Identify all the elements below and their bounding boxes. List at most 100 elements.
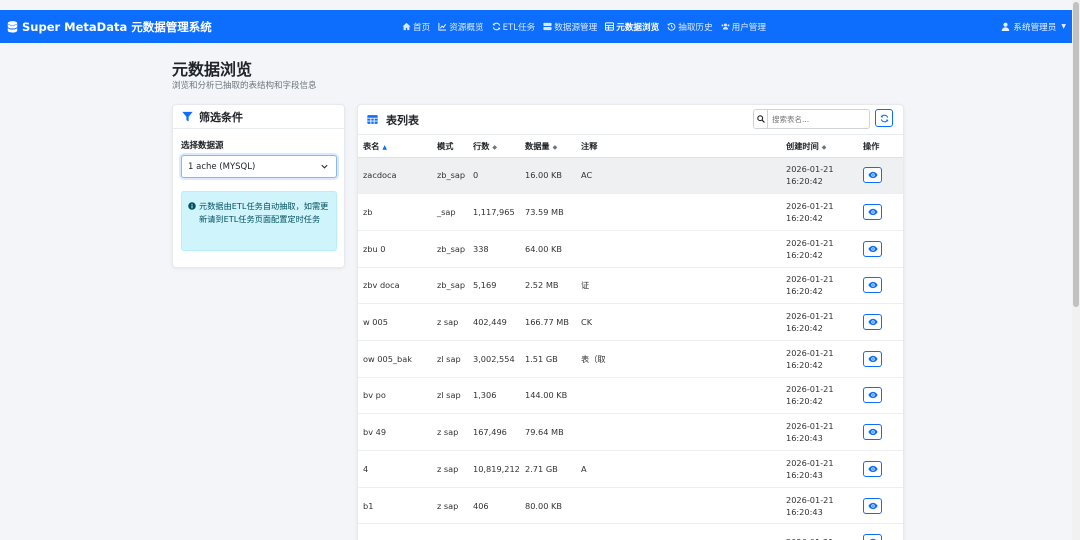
datasource-select[interactable]: 1 ache (MYSQL) [181, 155, 337, 178]
nav-item-home[interactable]: 首页 [402, 21, 430, 33]
created-time: 16:20:42 [786, 286, 823, 297]
filter-card-header: 筛选条件 [173, 105, 344, 129]
search-icon [756, 115, 765, 123]
app-brand[interactable]: Super MetaData 元数据管理系统 [7, 19, 212, 35]
cell-row-count: 1,306 [468, 377, 520, 415]
eye-icon [867, 392, 878, 399]
main-nav: 首页 资源概览 ETL任务 数据源管理 元数据浏览 抽取历史 用户管理 [402, 10, 774, 43]
server-icon [543, 22, 552, 31]
cell-comment: CK [576, 303, 781, 341]
table-row[interactable]: zbv doca zb_sap 5,169 2.52 MB 证 2026-01-21 16:… [358, 267, 903, 305]
filter-title: 筛选条件 [199, 110, 243, 124]
user-menu[interactable]: 系统管理员 ▼ [1001, 10, 1066, 43]
cell-created: 2026-01-21 16:20:42 [781, 157, 858, 195]
nav-item-users[interactable]: 用户管理 [721, 21, 766, 33]
view-button[interactable] [863, 424, 882, 441]
table-row[interactable]: bv po zl sap 1,306 144.00 KB 2026-01-21 16:20… [358, 377, 903, 415]
cell-data-size: 166.77 MB [520, 303, 576, 341]
search-button[interactable] [754, 110, 768, 128]
cell-actions [858, 523, 903, 540]
col-header-size[interactable]: 数据量 ◆ [520, 135, 576, 158]
col-header-rows[interactable]: 行数 ◆ [468, 135, 520, 158]
nav-item-datasource[interactable]: 数据源管理 [543, 21, 597, 33]
search-input[interactable] [768, 110, 869, 128]
table-row[interactable]: b1 z sap 406 80.00 KB 2026-01-21 16:20:43 [358, 487, 903, 525]
eye-icon [867, 465, 878, 472]
created-date: 2026-01-21 [786, 274, 834, 285]
cell-actions [858, 193, 903, 231]
cell-data-size: 144.00 KB [520, 377, 576, 415]
cell-table-name: 4 [358, 450, 432, 488]
col-header-label: 行数 [473, 140, 490, 151]
nav-label: 资源概览 [449, 22, 484, 33]
page-scrollbar[interactable] [1072, 0, 1080, 540]
nav-item-etl[interactable]: ETL任务 [492, 21, 535, 33]
cell-actions [858, 230, 903, 268]
history-icon [667, 22, 676, 31]
eye-icon [867, 429, 878, 436]
user-name: 系统管理员 [1013, 22, 1057, 33]
cell-actions [858, 303, 903, 341]
view-button[interactable] [863, 167, 882, 184]
cell-created: 2026-01-21 16:20:42 [781, 377, 858, 415]
created-date: 2026-01-21 [786, 457, 834, 468]
view-button[interactable] [863, 240, 882, 257]
eye-icon [867, 282, 878, 289]
tables-table: 表名 ▲ 模式 行数 ◆ 数据量 ◆ 注释 创建时间 ◆ 操作 zacdoca zb_sa… [358, 135, 903, 540]
table-row[interactable]: zacdoca zb_sap 0 16.00 KB AC 2026-01-21 16:20:… [358, 157, 903, 195]
col-header-label: 模式 [437, 140, 454, 151]
col-header-label: 表名 [363, 140, 380, 151]
col-header-created[interactable]: 创建时间 ◆ [781, 135, 858, 158]
table-header-row: 表名 ▲ 模式 行数 ◆ 数据量 ◆ 注释 创建时间 ◆ 操作 [358, 135, 903, 158]
view-button[interactable] [863, 277, 882, 294]
cell-data-size: 79.64 MB [520, 413, 576, 451]
created-date: 2026-01-21 [786, 311, 834, 322]
cell-row-count: 338 [468, 230, 520, 268]
nav-label: 首页 [413, 22, 431, 33]
table-row[interactable]: ow 005_bak zl sap 3,002,554 1.51 GB 表（取 2026-… [358, 340, 903, 378]
nav-item-overview[interactable]: 资源概览 [438, 21, 484, 33]
cell-created: 2026-01-21 16:20:42 [781, 267, 858, 305]
table-row[interactable]: zb _sap 1,117,965 73.59 MB 2026-01-21 16:20:4… [358, 193, 903, 231]
table-row[interactable]: bv 49 z sap 167,496 79.64 MB 2026-01-21 16:20… [358, 413, 903, 451]
cell-comment: AC [576, 157, 781, 195]
view-button[interactable] [863, 204, 882, 221]
cell-schema: _sap [432, 193, 468, 231]
cell-schema: z sap [432, 450, 468, 488]
col-header-label: 注释 [581, 140, 598, 151]
view-button[interactable] [863, 497, 882, 514]
table-row[interactable]: 4z sap 10,819,212 2.71 GB A 2026-01-21 16:20:… [358, 450, 903, 488]
cell-created: 2026-01-21 16:20:42 [781, 193, 858, 231]
view-button[interactable] [863, 460, 882, 477]
nav-item-history[interactable]: 抽取历史 [667, 21, 713, 33]
eye-icon [867, 245, 878, 252]
col-header-name[interactable]: 表名 ▲ [358, 135, 432, 158]
datasource-label: 选择数据源 [181, 141, 224, 151]
cell-actions [858, 413, 903, 451]
sync-icon [492, 22, 500, 31]
nav-item-metadata[interactable]: 元数据浏览 [605, 21, 659, 33]
cell-comment [576, 377, 781, 415]
sort-icon: ◆ [821, 143, 827, 151]
view-button[interactable] [863, 314, 882, 331]
view-button[interactable] [863, 534, 882, 540]
table-row[interactable]: w 005 z sap 402,449 166.77 MB CK 2026-01-21 16… [358, 303, 903, 341]
view-button[interactable] [863, 387, 882, 404]
cell-comment [576, 523, 781, 540]
filter-icon [182, 111, 193, 122]
refresh-button[interactable] [875, 109, 893, 127]
cell-table-name: zb [358, 193, 432, 231]
view-button[interactable] [863, 350, 882, 367]
cell-created: 2026-01-21 16:20:42 [781, 303, 858, 341]
cell-created: 2026-01-21 16:20:42 [781, 230, 858, 268]
table-list-card: 表列表 表名▲ 模式 行数◆ 数据量◆ 注释 创建时间◆ 操作 zacdocaz… [357, 104, 904, 540]
sort-icon: ◆ [552, 143, 558, 151]
scrollbar-thumb[interactable] [1073, 2, 1079, 307]
cell-schema: z sap [432, 413, 468, 451]
cell-schema: zb_sap [432, 230, 468, 268]
table-row[interactable]: zbu 0 zb_sap 338 64.00 KB 2026-01-21 16:20:42 [358, 230, 903, 268]
cell-actions [858, 487, 903, 525]
users-icon [721, 23, 730, 30]
table-row[interactable]: 2026-01-21 [358, 523, 903, 540]
cell-actions [858, 267, 903, 305]
